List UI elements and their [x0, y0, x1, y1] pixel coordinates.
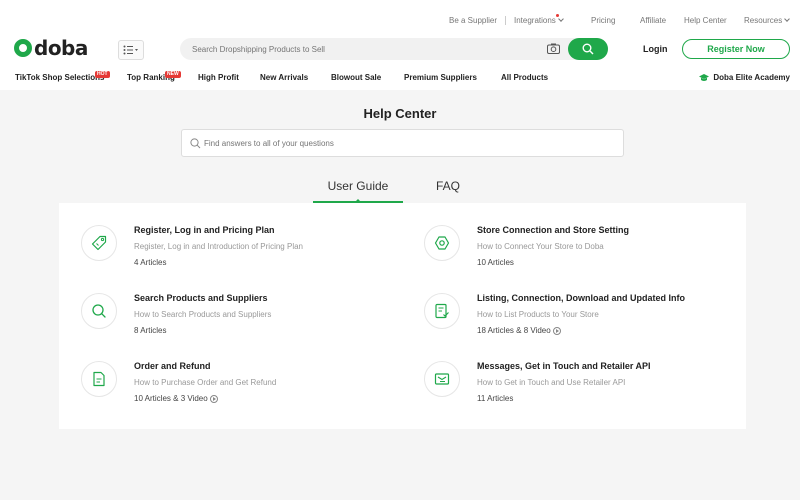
tab-faq[interactable]: FAQ: [436, 179, 460, 193]
store-settings-icon: [434, 236, 450, 250]
topic-count: 18 Articles & 8 Video: [477, 326, 561, 335]
integrations-menu[interactable]: Integrations: [514, 16, 564, 25]
topic-subtitle: How to Get in Touch and Use Retailer API: [477, 378, 626, 387]
resources-menu[interactable]: Resources: [744, 16, 791, 25]
help-search-bar: [181, 129, 624, 157]
divider: [505, 16, 506, 25]
nav-item-new-arrivals[interactable]: New Arrivals: [260, 73, 308, 82]
new-badge: NEW: [165, 71, 181, 78]
register-button[interactable]: Register Now: [682, 39, 790, 59]
pricing-link[interactable]: Pricing: [591, 16, 615, 25]
topic-subtitle: How to List Products to Your Store: [477, 310, 599, 319]
nav-item-tiktok-shop-selections[interactable]: TikTok Shop Selections HOT: [15, 71, 110, 82]
topic-count: 10 Articles: [477, 258, 514, 267]
topic-title[interactable]: Order and Refund: [134, 361, 211, 371]
topic-subtitle: Register, Log in and Introduction of Pri…: [134, 242, 303, 251]
product-search-input[interactable]: [192, 38, 532, 60]
topic-icon-circle: [424, 293, 460, 329]
topics-card: Register, Log in and Pricing Plan Regist…: [59, 203, 746, 429]
notification-dot: [556, 14, 559, 17]
topic-count: 8 Articles: [134, 326, 167, 335]
nav-item-high-profit[interactable]: High Profit: [198, 73, 239, 82]
top-utility-bar: Be a Supplier Integrations Pricing Affil…: [0, 0, 800, 32]
help-search-input[interactable]: [204, 130, 604, 156]
topic-icon-circle: [81, 225, 117, 261]
topic-count: 11 Articles: [477, 394, 514, 403]
topic-messages-api[interactable]: Messages, Get in Touch and Retailer API …: [424, 361, 744, 411]
topic-count: 4 Articles: [134, 258, 167, 267]
search-button[interactable]: [568, 38, 608, 60]
nav-item-top-ranking[interactable]: Top Ranking NEW: [127, 71, 181, 82]
topic-title[interactable]: Listing, Connection, Download and Update…: [477, 293, 685, 303]
elite-academy-link[interactable]: Doba Elite Academy: [699, 73, 790, 82]
product-search-bar: [180, 38, 608, 60]
topic-title[interactable]: Store Connection and Store Setting: [477, 225, 629, 235]
topic-title[interactable]: Register, Log in and Pricing Plan: [134, 225, 275, 235]
topic-register-login-pricing[interactable]: Register, Log in and Pricing Plan Regist…: [81, 225, 401, 275]
topic-icon-circle: [424, 225, 460, 261]
play-video-icon: [552, 326, 561, 335]
nav-item-all-products[interactable]: All Products: [501, 73, 548, 82]
nav-item-premium-suppliers[interactable]: Premium Suppliers: [404, 73, 477, 82]
api-icon: [434, 373, 450, 385]
topic-subtitle: How to Search Products and Suppliers: [134, 310, 272, 319]
help-center-link[interactable]: Help Center: [684, 16, 727, 25]
search-icon: [582, 43, 594, 55]
topic-subtitle: How to Connect Your Store to Doba: [477, 242, 604, 251]
topic-icon-circle: [81, 361, 117, 397]
topic-store-connection[interactable]: Store Connection and Store Setting How t…: [424, 225, 744, 275]
category-nav: TikTok Shop Selections HOT Top Ranking N…: [0, 68, 800, 90]
topic-title[interactable]: Search Products and Suppliers: [134, 293, 268, 303]
search-icon: [92, 304, 106, 318]
nav-item-blowout-sale[interactable]: Blowout Sale: [331, 73, 381, 82]
logo-mark-icon: [14, 39, 32, 57]
category-menu-button[interactable]: [118, 40, 144, 60]
play-video-icon: [209, 394, 218, 403]
graduation-cap-icon: [699, 73, 710, 81]
page-title: Help Center: [363, 106, 437, 121]
tab-user-guide[interactable]: User Guide: [313, 179, 403, 203]
topic-icon-circle: [81, 293, 117, 329]
chevron-down-icon: [784, 16, 791, 22]
tag-icon: [91, 235, 107, 251]
login-link[interactable]: Login: [643, 44, 668, 54]
list-menu-icon: [123, 45, 138, 55]
checklist-icon: [435, 303, 449, 319]
be-supplier-link[interactable]: Be a Supplier: [449, 16, 497, 25]
header: doba Login Register Now: [0, 32, 800, 68]
search-icon: [190, 138, 201, 149]
topic-search-products[interactable]: Search Products and Suppliers How to Sea…: [81, 293, 401, 343]
topic-order-refund[interactable]: Order and Refund How to Purchase Order a…: [81, 361, 401, 411]
topic-count: 10 Articles & 3 Video: [134, 394, 218, 403]
logo-text: doba: [34, 36, 88, 60]
topic-subtitle: How to Purchase Order and Get Refund: [134, 378, 277, 387]
active-tab-indicator: [355, 199, 361, 202]
chevron-down-icon: [557, 16, 564, 22]
topic-title[interactable]: Messages, Get in Touch and Retailer API: [477, 361, 651, 371]
doba-logo[interactable]: doba: [14, 36, 88, 60]
camera-icon[interactable]: [547, 43, 560, 54]
document-icon: [93, 371, 105, 387]
hot-badge: HOT: [95, 71, 110, 78]
topic-listing-connection[interactable]: Listing, Connection, Download and Update…: [424, 293, 744, 343]
affiliate-link[interactable]: Affiliate: [640, 16, 666, 25]
topic-icon-circle: [424, 361, 460, 397]
